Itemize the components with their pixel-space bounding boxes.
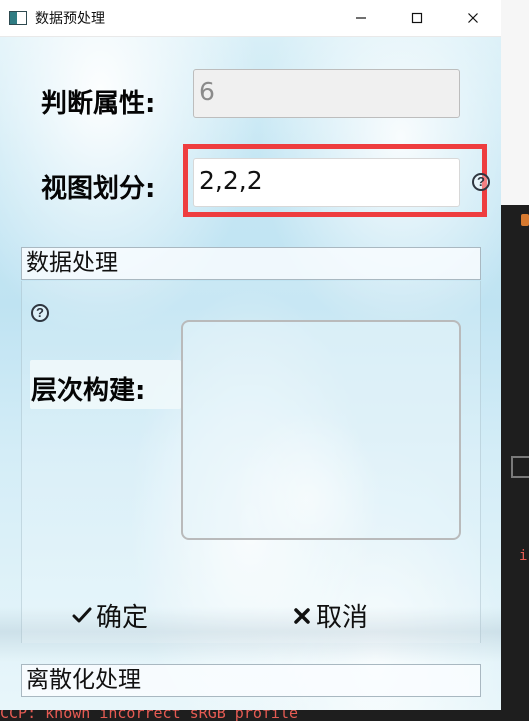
window-title: 数据预处理 <box>35 11 105 27</box>
terminal-partial-text: i <box>519 548 528 564</box>
close-window-button[interactable] <box>445 0 501 36</box>
view-partition-help-icon[interactable]: ? <box>472 173 490 191</box>
close-icon <box>468 13 478 23</box>
maximize-icon <box>411 12 423 24</box>
minimize-button[interactable] <box>333 0 389 36</box>
judge-attribute-label: 判断属性: <box>41 89 156 119</box>
data-preprocessing-window: 数据预处理 判断属性: 6 视图划分: 2,2,2 ? 数据处理 ? 层次构建:… <box>0 0 501 710</box>
application-icon <box>9 11 27 25</box>
data-processing-help-icon[interactable]: ? <box>31 304 49 322</box>
judge-attribute-field: 6 <box>193 69 460 118</box>
data-processing-section-header[interactable]: 数据处理 <box>21 247 481 280</box>
background-terminal-bottom-edge: CCP: known incorrect sRGB profile <box>0 710 529 721</box>
maximize-button[interactable] <box>389 0 445 36</box>
background-window-edge <box>501 0 529 205</box>
window-controls <box>333 0 501 36</box>
minimize-icon <box>356 17 366 19</box>
terminal-box-marker <box>511 456 529 478</box>
view-partition-field[interactable]: 2,2,2 <box>193 158 460 207</box>
check-icon <box>72 607 92 622</box>
dialog-content: 判断属性: 6 视图划分: 2,2,2 ? 数据处理 ? 层次构建: 确定 取消… <box>0 37 501 710</box>
cancel-button-label: 取消 <box>316 603 369 633</box>
hierarchy-construction-textarea[interactable] <box>181 320 461 540</box>
cancel-button[interactable]: 取消 <box>292 597 368 634</box>
terminal-orange-marker <box>521 214 529 226</box>
title-bar: 数据预处理 <box>0 0 501 37</box>
view-partition-label: 视图划分: <box>41 174 156 204</box>
confirm-button-label: 确定 <box>96 603 149 633</box>
terminal-warning-text: CCP: known incorrect sRGB profile <box>0 710 299 721</box>
close-icon <box>294 607 310 624</box>
hierarchy-label: 层次构建: <box>31 376 146 406</box>
discretization-section-header[interactable]: 离散化处理 <box>21 664 481 697</box>
confirm-button[interactable]: 确定 <box>72 597 148 634</box>
background-terminal-right-edge: i <box>501 0 529 721</box>
